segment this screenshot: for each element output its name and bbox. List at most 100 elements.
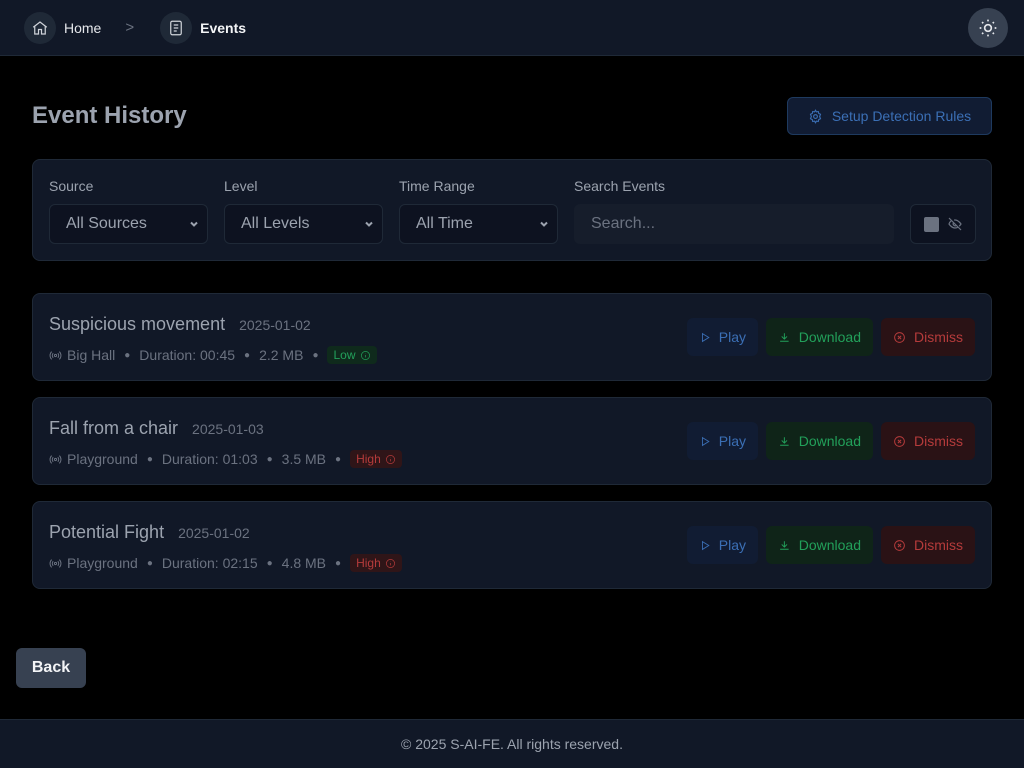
info-icon	[385, 558, 395, 568]
dismiss-button[interactable]: Dismiss	[881, 526, 975, 564]
meta-separator: ●	[335, 557, 342, 569]
dismiss-button[interactable]: Dismiss	[881, 422, 975, 460]
dismiss-label: Dismiss	[914, 433, 963, 449]
footer: © 2025 S-AI-FE. All rights reserved.	[0, 719, 1024, 768]
meta-separator: ●	[124, 349, 131, 361]
meta-separator: ●	[146, 453, 153, 465]
play-label: Play	[718, 433, 746, 449]
meta-separator: ●	[244, 349, 251, 361]
chevron-down-icon	[190, 221, 198, 227]
event-date: 2025-01-02	[239, 317, 311, 333]
footer-copyright: © 2025 S-AI-FE. All rights reserved.	[401, 736, 623, 752]
download-label: Download	[798, 537, 861, 553]
event-size: 2.2 MB	[259, 347, 304, 363]
play-button[interactable]: Play	[687, 318, 758, 356]
event-duration: Duration: 02:15	[161, 555, 258, 571]
setup-detection-rules-button[interactable]: Setup Detection Rules	[787, 97, 992, 135]
search-filter: Search Events	[574, 178, 894, 244]
event-actions: Play Download Dismiss	[687, 422, 975, 460]
back-button[interactable]: Back	[16, 648, 86, 688]
download-icon	[780, 332, 789, 342]
setup-detection-rules-label: Setup Detection Rules	[831, 108, 972, 124]
event-source: Playground	[67, 555, 138, 571]
event-card: Suspicious movement 2025-01-02 Big Hall ●…	[32, 293, 992, 381]
event-size: 3.5 MB	[281, 451, 327, 467]
x-circle-icon	[894, 539, 905, 551]
download-label: Download	[798, 433, 861, 449]
meta-separator: ●	[312, 349, 319, 361]
theme-toggle-button[interactable]	[968, 8, 1008, 48]
event-meta: Big Hall ● Duration: 00:45 ● 2.2 MB ● Lo…	[49, 346, 377, 364]
home-icon	[24, 11, 56, 44]
breadcrumb-separator: >	[125, 19, 135, 36]
x-circle-icon	[894, 331, 905, 343]
event-title-text: Potential Fight	[49, 522, 165, 542]
level-badge: High	[350, 450, 402, 468]
time-range-select[interactable]: All Time	[399, 204, 558, 244]
time-range-filter-label: Time Range	[399, 178, 475, 194]
download-button[interactable]: Download	[766, 318, 873, 356]
source-select[interactable]: All Sources	[49, 204, 208, 244]
event-card: Fall from a chair 2025-01-03 Playground ●…	[32, 397, 992, 485]
play-icon	[701, 436, 710, 446]
download-button[interactable]: Download	[766, 526, 873, 564]
play-label: Play	[718, 329, 746, 345]
level-badge-label: Low	[333, 348, 356, 362]
event-source: Big Hall	[67, 347, 116, 363]
download-button[interactable]: Download	[766, 422, 873, 460]
hide-dismissed-checkbox[interactable]	[923, 216, 939, 232]
meta-separator: ●	[146, 557, 153, 569]
page-title: Event History	[32, 102, 187, 129]
level-badge-label: High	[356, 452, 381, 466]
play-button[interactable]: Play	[687, 422, 758, 460]
event-duration: Duration: 00:45	[139, 347, 236, 363]
level-filter-label: Level	[224, 178, 258, 194]
source-filter-label: Source	[49, 178, 94, 194]
dismiss-label: Dismiss	[914, 537, 963, 553]
download-icon	[780, 436, 789, 446]
top-navigation-bar: Home > Events	[0, 0, 1024, 56]
play-label: Play	[718, 537, 746, 553]
event-meta: Playground ● Duration: 01:03 ● 3.5 MB ● …	[49, 450, 402, 468]
source-filter: Source All Sources	[49, 178, 208, 244]
breadcrumb-events-label[interactable]: Events	[200, 20, 246, 36]
info-icon	[385, 454, 395, 464]
broadcast-icon	[49, 454, 62, 464]
event-size: 4.8 MB	[281, 555, 327, 571]
search-input[interactable]	[574, 204, 894, 244]
broadcast-icon	[49, 558, 62, 568]
play-icon	[701, 540, 710, 550]
level-badge-label: High	[356, 556, 381, 570]
event-actions: Play Download Dismiss	[687, 318, 975, 356]
level-badge: High	[350, 554, 402, 572]
dismiss-button[interactable]: Dismiss	[881, 318, 975, 356]
time-range-filter: Time Range All Time	[399, 178, 558, 244]
time-range-select-value: All Time	[416, 215, 473, 232]
sun-icon	[979, 19, 997, 37]
chevron-down-icon	[365, 221, 373, 227]
breadcrumb-home-label[interactable]: Home	[64, 20, 101, 36]
download-icon	[780, 540, 789, 550]
level-badge: Low	[327, 346, 377, 364]
event-source: Playground	[67, 451, 138, 467]
event-title-text: Fall from a chair	[49, 418, 179, 438]
meta-separator: ●	[266, 557, 273, 569]
meta-separator: ●	[335, 453, 342, 465]
hide-dismissed-toggle[interactable]	[910, 204, 976, 244]
meta-separator: ●	[266, 453, 273, 465]
breadcrumb-home[interactable]: Home	[24, 11, 101, 44]
level-select[interactable]: All Levels	[224, 204, 383, 244]
level-select-value: All Levels	[241, 215, 310, 232]
play-button[interactable]: Play	[687, 526, 758, 564]
event-actions: Play Download Dismiss	[687, 526, 975, 564]
level-filter: Level All Levels	[224, 178, 383, 244]
event-title: Fall from a chair 2025-01-03	[49, 418, 264, 439]
play-icon	[701, 332, 710, 342]
event-date: 2025-01-03	[192, 421, 264, 437]
chevron-down-icon	[540, 221, 548, 227]
document-icon	[160, 11, 193, 44]
event-title: Potential Fight 2025-01-02	[49, 522, 250, 543]
breadcrumb-events[interactable]: Events	[160, 11, 246, 44]
filter-panel: Source All Sources Level All Levels Time…	[32, 159, 992, 261]
source-select-value: All Sources	[66, 215, 147, 232]
